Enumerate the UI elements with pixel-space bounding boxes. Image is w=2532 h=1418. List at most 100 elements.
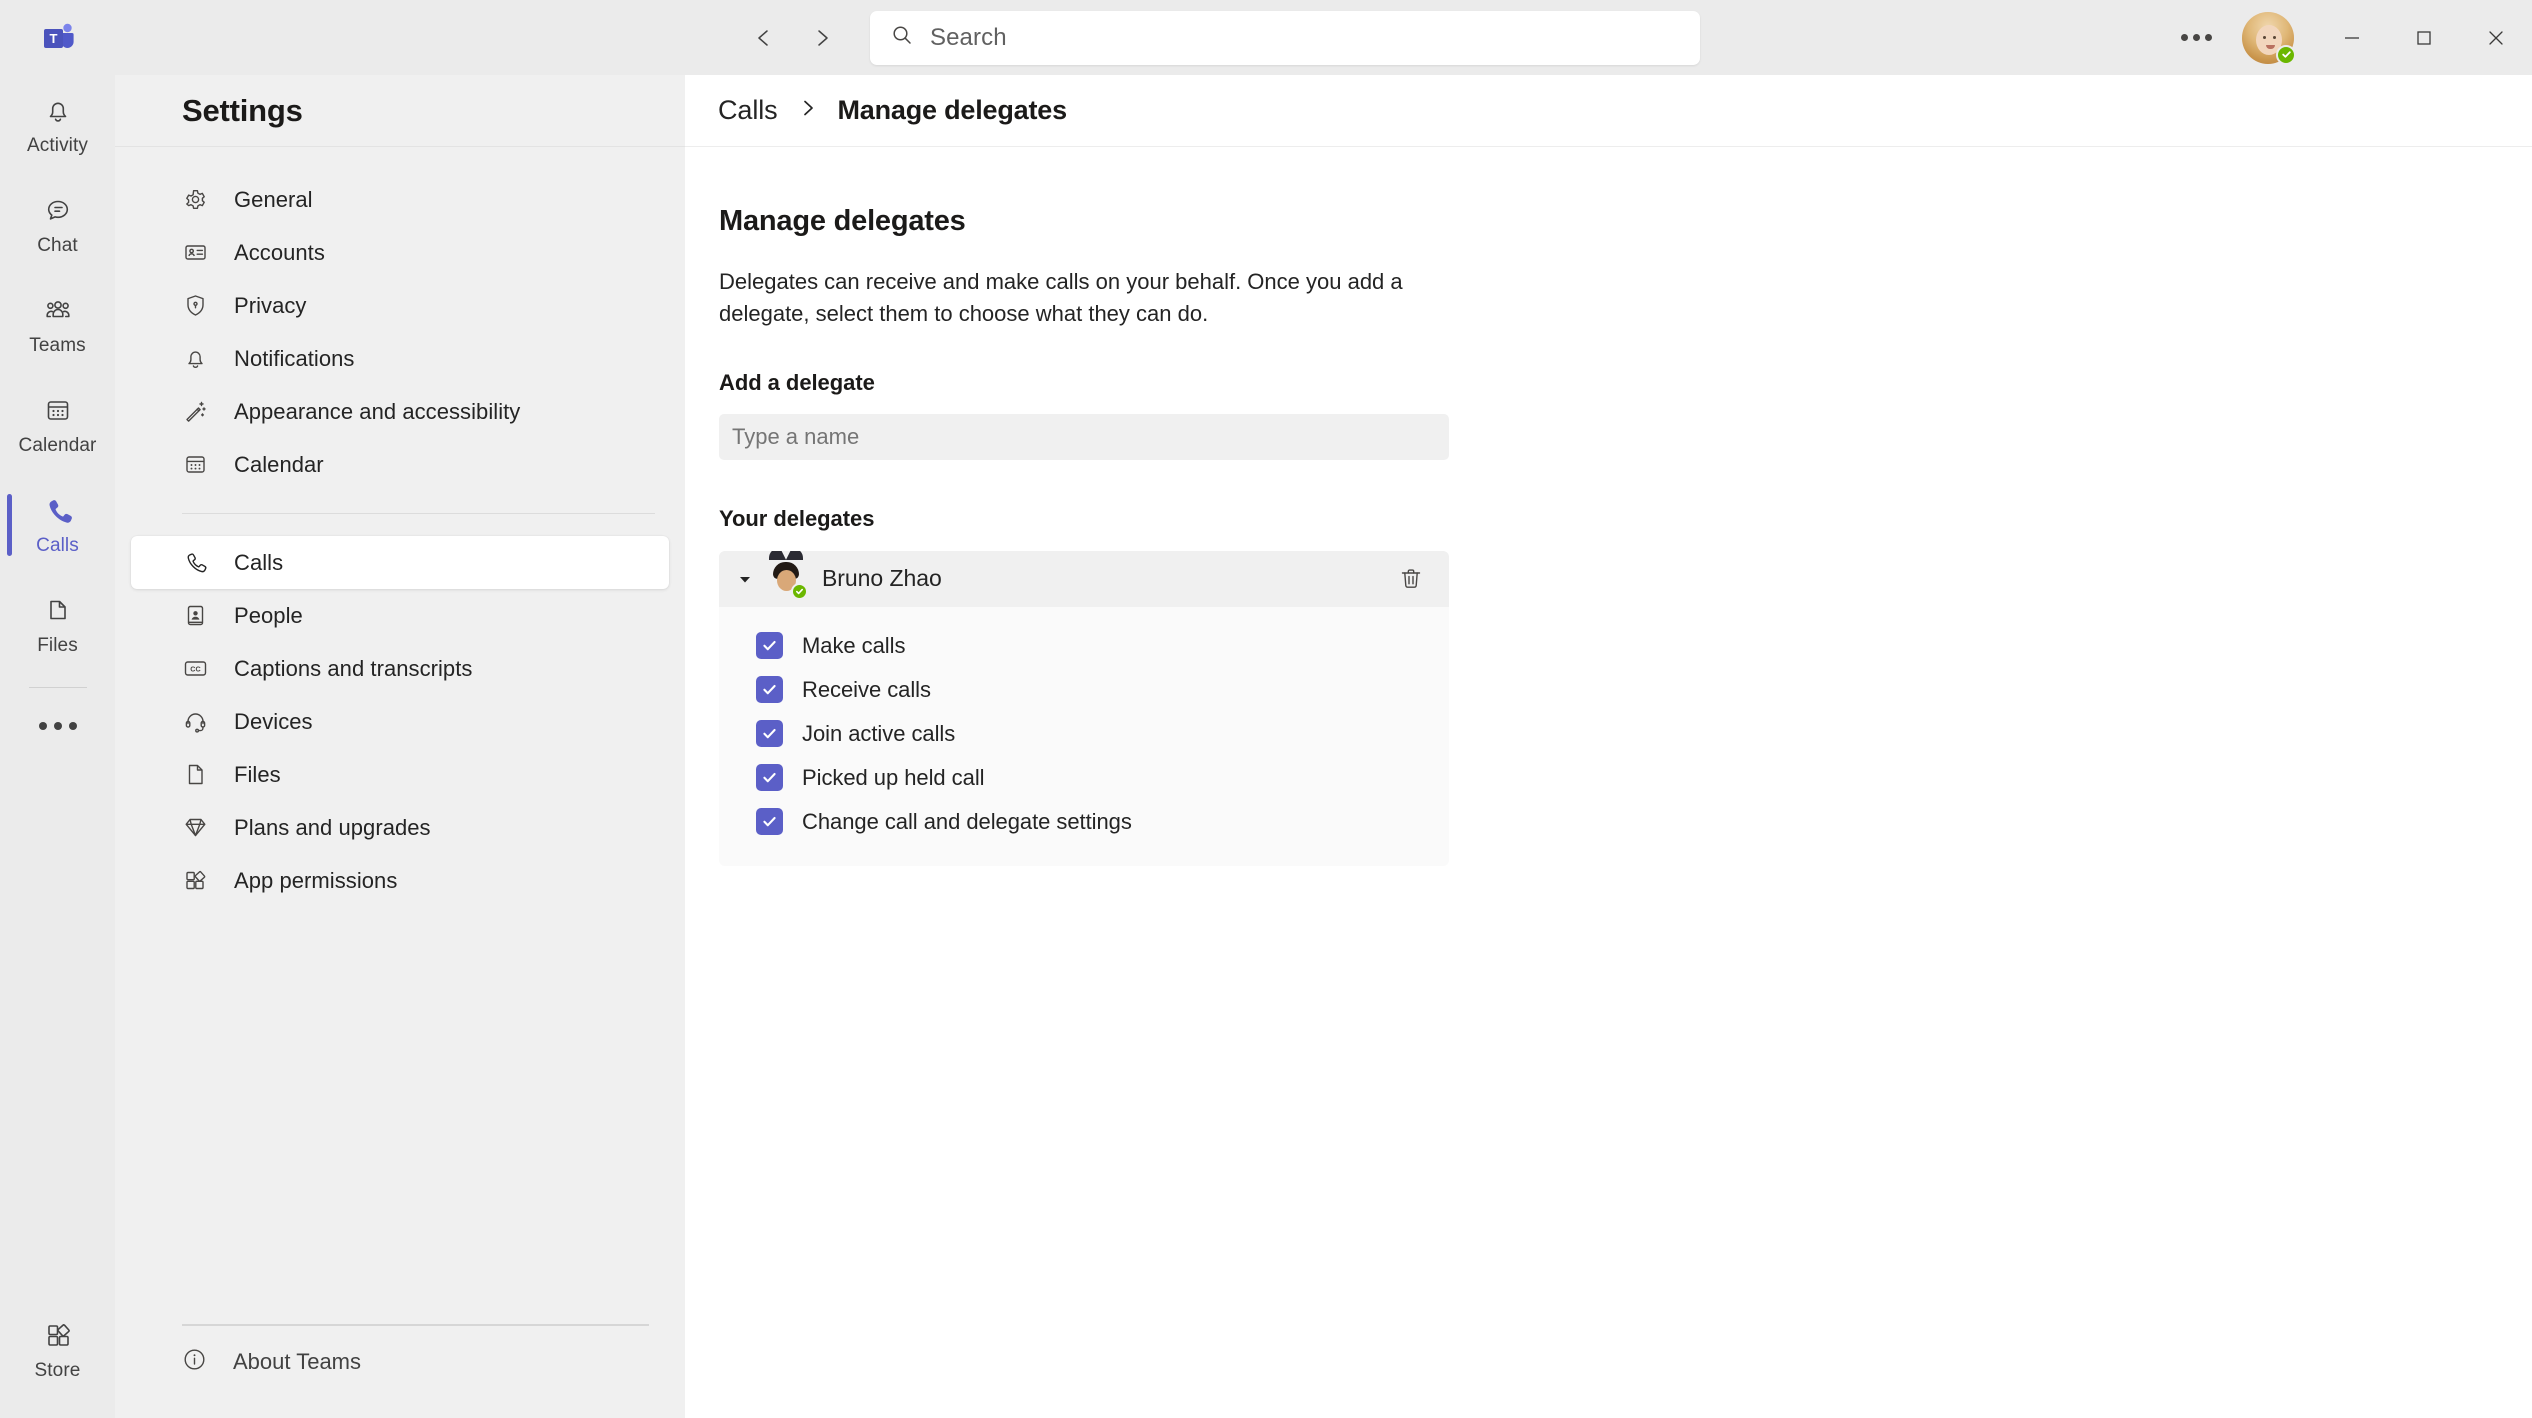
sidebar-item-label: Notifications — [234, 345, 355, 371]
sidebar-item-general[interactable]: General — [131, 173, 669, 226]
sidebar-item-label: Calls — [234, 549, 284, 575]
permission-label: Receive calls — [802, 676, 931, 702]
permission-row-join-active-calls[interactable]: Join active calls — [756, 712, 1449, 756]
sidebar-item-plans-upgrades[interactable]: Plans and upgrades — [131, 801, 669, 854]
avatar[interactable] — [2242, 11, 2296, 65]
breadcrumb-parent[interactable]: Calls — [718, 95, 778, 126]
sidebar-item-captions-transcripts[interactable]: CC Captions and transcripts — [131, 642, 669, 695]
apps-icon — [182, 868, 208, 894]
rail-item-calls[interactable]: Calls — [0, 475, 115, 575]
permission-row-picked-up-held-call[interactable]: Picked up held call — [756, 756, 1449, 800]
app-rail: Activity Chat Teams Calendar Calls Files… — [0, 75, 115, 1418]
about-teams-label: About Teams — [233, 1349, 362, 1374]
status-badge — [2276, 44, 2296, 65]
rail-item-activity[interactable]: Activity — [0, 75, 115, 175]
chevron-down-icon[interactable] — [737, 572, 753, 586]
rail-item-files[interactable]: Files — [0, 575, 115, 675]
checkbox-checked-icon[interactable] — [756, 808, 783, 836]
rail-label: Teams — [29, 334, 86, 356]
sidebar-item-calls[interactable]: Calls — [131, 536, 669, 589]
checkbox-checked-icon[interactable] — [756, 720, 783, 748]
checkbox-checked-icon[interactable] — [756, 764, 783, 792]
bell-icon — [182, 346, 208, 372]
navigation-controls — [740, 14, 846, 62]
svg-text:T: T — [49, 31, 57, 46]
permission-label: Change call and delegate settings — [802, 808, 1132, 834]
sidebar-item-appearance-accessibility[interactable]: Appearance and accessibility — [131, 385, 669, 438]
sidebar-item-label: Files — [234, 761, 281, 787]
contact-card-icon — [182, 603, 208, 629]
sidebar-item-calendar[interactable]: Calendar — [131, 438, 669, 491]
trash-icon[interactable] — [1389, 557, 1433, 601]
add-delegate-label: Add a delegate — [719, 369, 875, 395]
window-controls-group — [2168, 0, 2532, 75]
delegate-header-row[interactable]: Bruno Zhao — [719, 550, 1449, 607]
permission-row-change-call-delegate-settings[interactable]: Change call and delegate settings — [756, 800, 1449, 844]
delegate-name: Bruno Zhao — [822, 565, 942, 592]
close-button[interactable] — [2460, 0, 2532, 75]
people-group-icon — [42, 294, 74, 331]
id-card-icon — [182, 240, 208, 266]
rail-item-teams[interactable]: Teams — [0, 275, 115, 375]
info-circle-icon — [182, 1347, 207, 1377]
phone-icon — [42, 494, 74, 531]
title-bar: T Search — [0, 0, 2532, 75]
sidebar-item-label: Privacy — [234, 292, 307, 318]
rail-label: Chat — [37, 234, 78, 256]
delegate-status-badge — [791, 582, 808, 600]
about-teams-button[interactable]: About Teams — [115, 1326, 685, 1398]
phone-icon — [182, 550, 208, 576]
delegate-permissions-list: Make calls Receive calls Join active cal… — [719, 607, 1449, 866]
more-options-button[interactable] — [2168, 10, 2224, 66]
gear-icon — [182, 187, 208, 213]
chevron-right-icon — [798, 98, 818, 123]
shield-lock-icon — [182, 293, 208, 319]
sidebar-item-label: People — [234, 602, 303, 628]
permission-row-receive-calls[interactable]: Receive calls — [756, 668, 1449, 712]
add-delegate-input[interactable] — [719, 413, 1449, 460]
rail-item-store[interactable]: Store — [0, 1300, 115, 1400]
rail-item-calendar[interactable]: Calendar — [0, 375, 115, 475]
rail-label: Activity — [27, 134, 88, 156]
rail-item-chat[interactable]: Chat — [0, 175, 115, 275]
manage-delegates-heading: Manage delegates — [719, 205, 966, 237]
sidebar-item-accounts[interactable]: Accounts — [131, 226, 669, 279]
minimize-button[interactable] — [2316, 0, 2388, 75]
sidebar-item-files[interactable]: Files — [131, 748, 669, 801]
permission-row-make-calls[interactable]: Make calls — [756, 624, 1449, 668]
headset-icon — [182, 709, 208, 735]
sidebar-item-app-permissions[interactable]: App permissions — [131, 854, 669, 907]
settings-nav-list: General Accounts Privacy Notifications A… — [115, 147, 685, 907]
sidebar-item-label: General — [234, 186, 313, 212]
delegate-avatar — [767, 550, 808, 600]
sidebar-item-devices[interactable]: Devices — [131, 695, 669, 748]
permission-label: Make calls — [802, 632, 906, 658]
back-button[interactable] — [740, 14, 788, 62]
search-bar[interactable]: Search — [870, 10, 1700, 65]
rail-label: Calendar — [18, 434, 97, 456]
rail-label: Calls — [36, 534, 79, 556]
teams-logo-icon: T — [0, 0, 115, 75]
search-input[interactable]: Search — [930, 24, 1007, 52]
forward-button[interactable] — [798, 14, 846, 62]
diamond-icon — [182, 815, 208, 841]
page-title: Settings — [182, 92, 303, 128]
closed-caption-icon: CC — [182, 656, 208, 682]
store-icon — [42, 1319, 74, 1356]
sidebar-item-privacy[interactable]: Privacy — [131, 279, 669, 332]
checkbox-checked-icon[interactable] — [756, 632, 783, 660]
permission-label: Join active calls — [802, 720, 956, 746]
sidebar-item-people[interactable]: People — [131, 589, 669, 642]
rail-more-apps-button[interactable] — [0, 688, 115, 764]
svg-text:CC: CC — [190, 664, 200, 673]
maximize-button[interactable] — [2388, 0, 2460, 75]
breadcrumb: Calls Manage delegates — [685, 75, 2532, 147]
checkbox-checked-icon[interactable] — [756, 676, 783, 704]
sidebar-item-notifications[interactable]: Notifications — [131, 332, 669, 385]
bell-icon — [42, 94, 74, 131]
settings-header: Settings — [115, 75, 685, 147]
main-content: Calls Manage delegates Manage delegates … — [685, 75, 2532, 1418]
manage-delegates-description: Delegates can receive and make calls on … — [719, 269, 1403, 326]
calendar-icon — [182, 452, 208, 478]
chat-bubble-icon — [42, 194, 74, 231]
